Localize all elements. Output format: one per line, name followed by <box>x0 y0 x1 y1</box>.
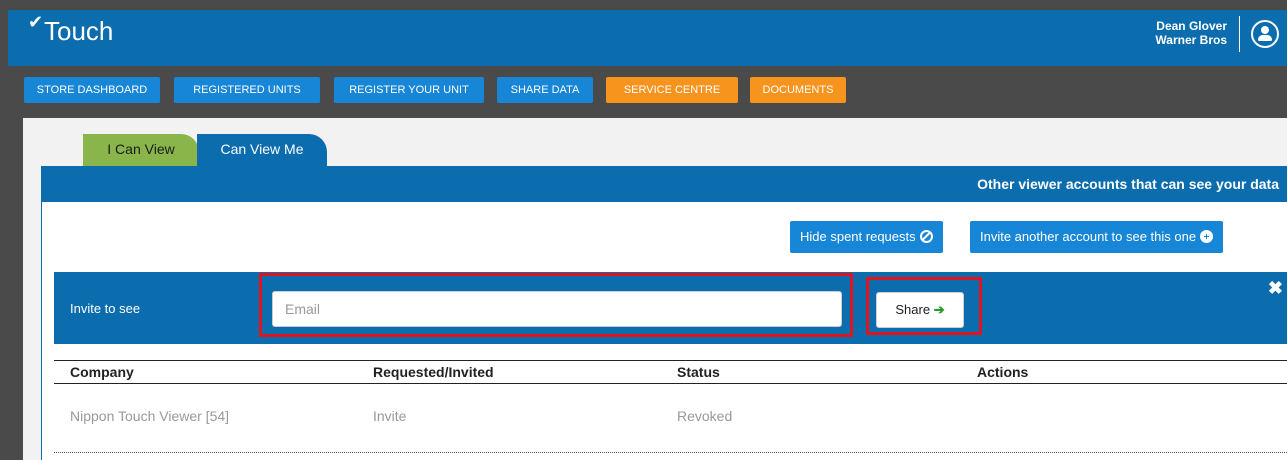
nav-store-dashboard[interactable]: STORE DASHBOARD <box>24 77 160 103</box>
highlight-share <box>866 277 982 335</box>
tab-can-view-me[interactable]: Can View Me <box>197 134 327 166</box>
cell-status: Revoked <box>677 408 733 424</box>
user-name: Dean Glover <box>1156 19 1227 33</box>
user-company: Warner Bros <box>1155 33 1227 47</box>
nav-register-your-unit[interactable]: REGISTER YOUR UNIT <box>334 77 484 103</box>
nav-share-data[interactable]: SHARE DATA <box>497 77 593 103</box>
cell-company: Nippon Touch Viewer [54] <box>70 408 230 424</box>
logo-text: Touch <box>44 16 114 46</box>
close-icon[interactable]: ✖ <box>1268 278 1283 299</box>
row-divider <box>54 452 1287 453</box>
nav-documents[interactable]: DOCUMENTS <box>750 77 846 103</box>
col-header-company: Company <box>70 364 134 380</box>
main-nav: STORE DASHBOARD REGISTERED UNITS REGISTE… <box>8 66 1287 118</box>
app-logo[interactable]: ✔ Touch <box>28 12 114 47</box>
hide-spent-requests-button[interactable]: Hide spent requests <box>790 221 943 253</box>
hide-spent-label: Hide spent requests <box>800 229 916 244</box>
col-header-actions: Actions <box>977 364 1029 380</box>
table-header-rule <box>54 383 1287 384</box>
nav-registered-units[interactable]: REGISTERED UNITS <box>174 77 320 103</box>
table-top-rule <box>54 360 1287 361</box>
col-header-requested: Requested/Invited <box>373 364 494 380</box>
plus-circle-icon <box>1200 230 1214 243</box>
panel-header: Other viewer accounts that can see your … <box>41 166 1287 202</box>
ban-icon <box>919 230 933 243</box>
nav-service-centre[interactable]: SERVICE CENTRE <box>606 77 738 103</box>
highlight-email <box>259 273 853 337</box>
invite-label: Invite to see <box>70 301 141 316</box>
invite-another-label: Invite another account to see this one <box>980 229 1197 244</box>
header-divider <box>1239 16 1240 52</box>
logo-check-icon: ✔ <box>28 12 44 32</box>
top-header: ✔ Touch Dean Glover Warner Bros <box>8 10 1287 66</box>
user-info: Dean Glover Warner Bros <box>1155 19 1227 47</box>
invite-another-account-button[interactable]: Invite another account to see this one <box>970 221 1224 253</box>
tab-i-can-view[interactable]: I Can View <box>83 134 199 166</box>
panel-title: Other viewer accounts that can see your … <box>977 176 1279 192</box>
cell-requested: Invite <box>373 408 407 424</box>
col-header-status: Status <box>677 364 720 380</box>
user-avatar-icon[interactable] <box>1251 20 1279 48</box>
